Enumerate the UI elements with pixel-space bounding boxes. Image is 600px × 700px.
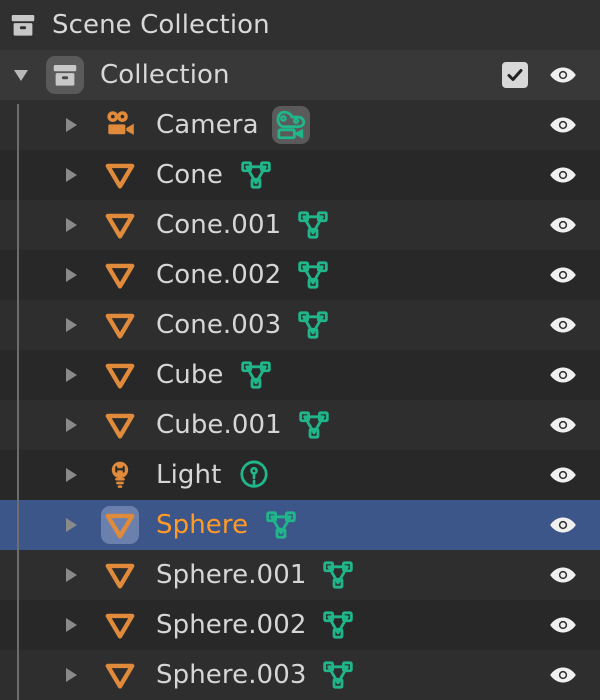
object-name-label[interactable]: Cone.002: [156, 262, 281, 288]
mesh-data-icon[interactable]: [319, 606, 357, 644]
object-visibility-eye-icon[interactable]: [546, 458, 580, 492]
outliner-row-collection[interactable]: Collection: [0, 50, 600, 100]
outliner-panel: Scene Collection Collection Camera Cone …: [0, 0, 600, 700]
outliner-row-object[interactable]: Sphere.002: [0, 600, 600, 650]
outliner-row-object[interactable]: Sphere: [0, 500, 600, 550]
outliner-row-object[interactable]: Sphere.001: [0, 550, 600, 600]
object-visibility-eye-icon[interactable]: [546, 558, 580, 592]
chevron-down-icon[interactable]: [8, 62, 34, 88]
mesh-object-icon[interactable]: [101, 256, 139, 294]
object-visibility-eye-icon[interactable]: [546, 108, 580, 142]
object-visibility-eye-icon[interactable]: [546, 508, 580, 542]
mesh-object-icon[interactable]: [101, 406, 139, 444]
outliner-object-list: Camera Cone Cone.001 Cone.002 Cone.003 Cube Cu…: [0, 100, 600, 700]
outliner-row-object[interactable]: Cone.002: [0, 250, 600, 300]
camera-object-icon[interactable]: [101, 106, 139, 144]
mesh-object-icon[interactable]: [101, 356, 139, 394]
object-name-label[interactable]: Cone.003: [156, 312, 281, 338]
chevron-right-icon[interactable]: [58, 162, 84, 188]
mesh-data-icon[interactable]: [294, 206, 332, 244]
object-name-label[interactable]: Cube.001: [156, 412, 282, 438]
mesh-object-icon[interactable]: [101, 206, 139, 244]
object-visibility-eye-icon[interactable]: [546, 608, 580, 642]
object-name-label[interactable]: Cone: [156, 162, 223, 188]
collection-visibility-eye-icon[interactable]: [546, 58, 580, 92]
scene-collection-icon: [4, 6, 42, 44]
object-name-label[interactable]: Camera: [156, 112, 259, 138]
mesh-data-icon[interactable]: [295, 406, 333, 444]
chevron-right-icon[interactable]: [58, 312, 84, 338]
mesh-object-icon[interactable]: [101, 556, 139, 594]
chevron-right-icon[interactable]: [58, 512, 84, 538]
mesh-data-icon[interactable]: [319, 556, 357, 594]
collection-checkbox[interactable]: [502, 62, 528, 88]
chevron-right-icon[interactable]: [58, 562, 84, 588]
mesh-data-icon[interactable]: [294, 306, 332, 344]
outliner-row-object[interactable]: Light: [0, 450, 600, 500]
mesh-data-icon[interactable]: [237, 356, 275, 394]
object-visibility-eye-icon[interactable]: [546, 158, 580, 192]
chevron-right-icon[interactable]: [58, 262, 84, 288]
mesh-data-icon[interactable]: [237, 156, 275, 194]
chevron-right-icon[interactable]: [58, 412, 84, 438]
chevron-right-icon[interactable]: [58, 362, 84, 388]
object-visibility-eye-icon[interactable]: [546, 308, 580, 342]
object-name-label[interactable]: Sphere.001: [156, 562, 307, 588]
object-visibility-eye-icon[interactable]: [546, 258, 580, 292]
outliner-row-object[interactable]: Camera: [0, 100, 600, 150]
chevron-right-icon[interactable]: [58, 612, 84, 638]
mesh-object-icon[interactable]: [101, 656, 139, 694]
outliner-row-object[interactable]: Cube: [0, 350, 600, 400]
mesh-object-icon[interactable]: [101, 306, 139, 344]
object-name-label[interactable]: Sphere: [156, 512, 248, 538]
outliner-row-object[interactable]: Cone.001: [0, 200, 600, 250]
camera-data-icon[interactable]: [272, 106, 311, 144]
outliner-row-object[interactable]: Cone: [0, 150, 600, 200]
object-visibility-eye-icon[interactable]: [546, 408, 580, 442]
mesh-object-icon[interactable]: [101, 506, 139, 544]
mesh-data-icon[interactable]: [319, 656, 357, 694]
object-name-label[interactable]: Sphere.003: [156, 662, 307, 688]
object-visibility-eye-icon[interactable]: [546, 208, 580, 242]
mesh-object-icon[interactable]: [101, 606, 139, 644]
mesh-data-icon[interactable]: [294, 256, 332, 294]
collection-label: Collection: [100, 60, 230, 90]
object-name-label[interactable]: Cube: [156, 362, 224, 388]
mesh-data-icon[interactable]: [262, 506, 300, 544]
object-visibility-eye-icon[interactable]: [546, 358, 580, 392]
outliner-row-object[interactable]: Cone.003: [0, 300, 600, 350]
collection-icon: [46, 56, 84, 94]
chevron-right-icon[interactable]: [58, 212, 84, 238]
object-name-label[interactable]: Light: [156, 462, 221, 488]
scene-collection-label: Scene Collection: [52, 10, 270, 40]
outliner-row-scene-collection[interactable]: Scene Collection: [0, 0, 600, 50]
point-light-data-icon[interactable]: [235, 456, 273, 494]
object-name-label[interactable]: Sphere.002: [156, 612, 307, 638]
mesh-object-icon[interactable]: [101, 156, 139, 194]
chevron-right-icon[interactable]: [58, 462, 84, 488]
outliner-row-object[interactable]: Sphere.003: [0, 650, 600, 700]
chevron-right-icon[interactable]: [58, 662, 84, 688]
object-name-label[interactable]: Cone.001: [156, 212, 281, 238]
chevron-right-icon[interactable]: [58, 112, 84, 138]
object-visibility-eye-icon[interactable]: [546, 658, 580, 692]
light-object-icon[interactable]: [101, 456, 139, 494]
outliner-row-object[interactable]: Cube.001: [0, 400, 600, 450]
